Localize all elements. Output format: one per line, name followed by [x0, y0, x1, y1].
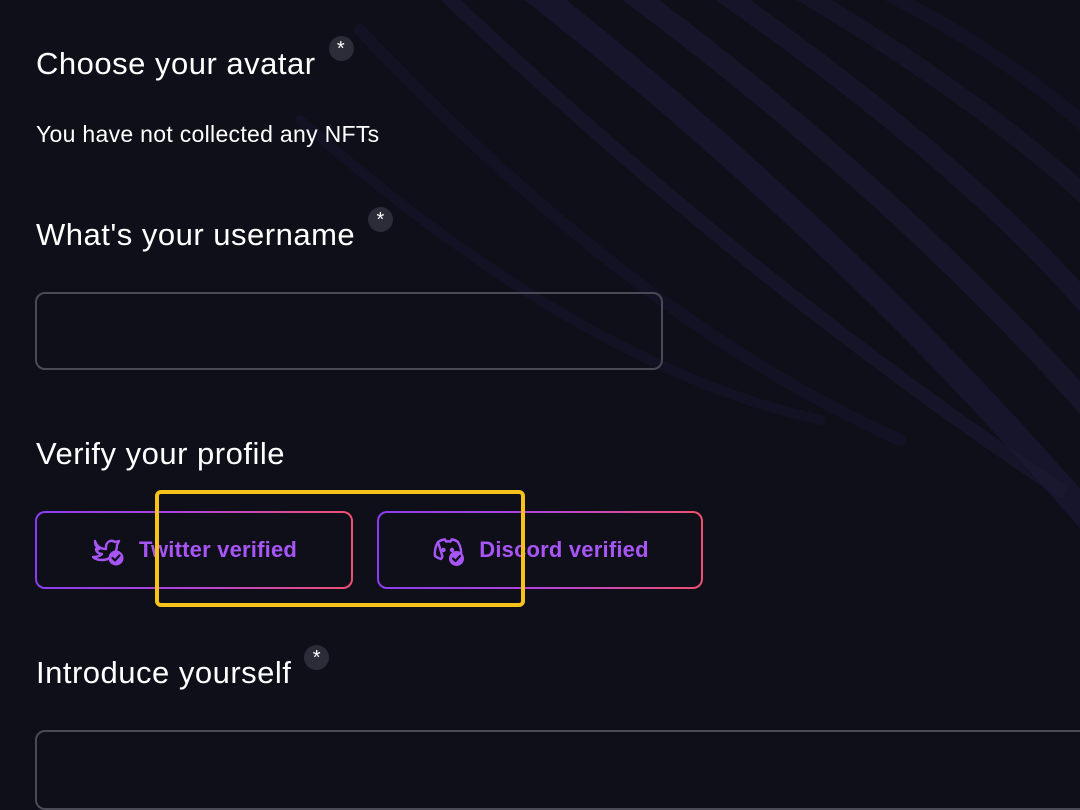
required-asterisk-badge: *: [368, 207, 394, 232]
avatar-title-text: Choose your avatar: [36, 46, 316, 81]
introduce-yourself-textarea[interactable]: [35, 730, 1080, 810]
verify-section-title: Verify your profile: [36, 436, 285, 472]
twitter-verified-button[interactable]: Twitter verified: [35, 511, 353, 589]
twitter-verified-button-body: Twitter verified: [37, 513, 351, 587]
discord-verified-button-body: Discord verified: [379, 513, 701, 587]
username-section-title: What's your username *: [36, 207, 394, 253]
twitter-verified-label: Twitter verified: [138, 537, 298, 562]
discord-verified-button[interactable]: Discord verified: [377, 511, 703, 589]
avatar-section-title: Choose your avatar *: [36, 36, 354, 82]
intro-section-title: Introduce yourself *: [36, 645, 330, 691]
discord-verified-label: Discord verified: [479, 537, 649, 562]
twitter-verified-icon: [91, 539, 124, 566]
username-input[interactable]: [35, 292, 663, 370]
background-swirl-decoration: [295, 0, 1080, 529]
required-asterisk-badge: *: [328, 36, 354, 61]
intro-title-text: Introduce yourself: [36, 655, 292, 690]
required-asterisk-badge: *: [304, 645, 330, 670]
no-nfts-message: You have not collected any NFTs: [36, 121, 380, 147]
verify-title-text: Verify your profile: [36, 436, 285, 471]
discord-verified-icon: [433, 538, 465, 566]
username-title-text: What's your username: [36, 217, 356, 252]
